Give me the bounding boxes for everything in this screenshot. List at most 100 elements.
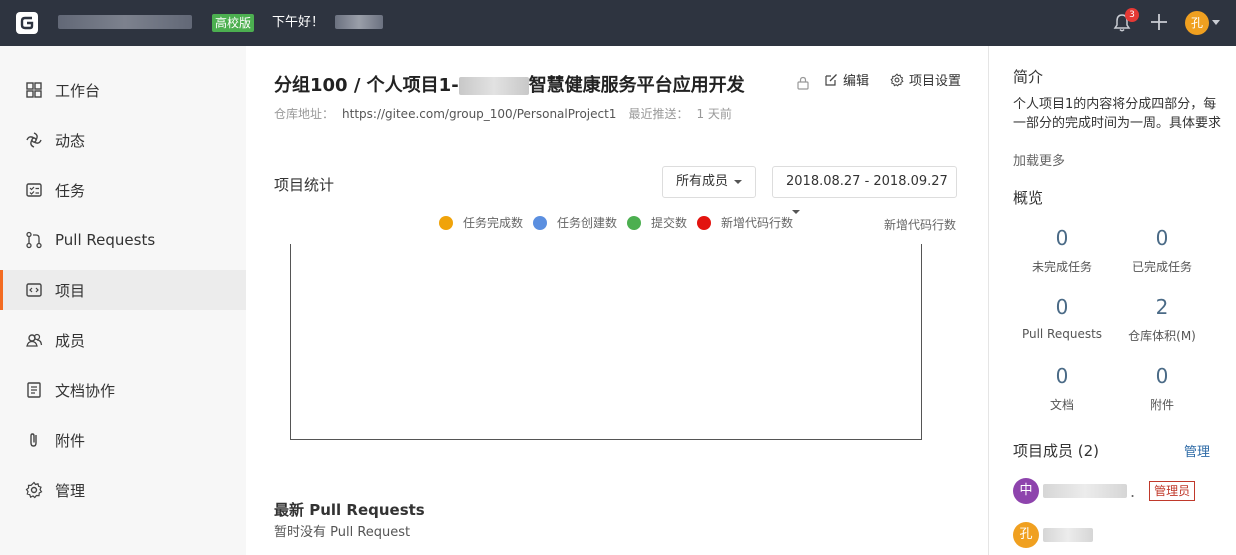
chevron-down-icon [792, 209, 800, 214]
stat-label: 未完成任务 [1031, 260, 1092, 274]
code-icon [26, 283, 42, 297]
top-navbar: 高校版 下午好！ 3 孔 [0, 0, 1236, 46]
sidebar-item-label: 工作台 [55, 81, 101, 100]
greeting-text: 下午好！ [272, 15, 325, 30]
date-range-value: 2018.08.27 - 2018.09.27 [786, 174, 948, 189]
stat-pull-requests[interactable]: 0 Pull Requests [1007, 295, 1117, 341]
user-avatar[interactable]: 孔 [1185, 11, 1209, 35]
stats-chart-area [290, 244, 922, 440]
push-label: 最近推送： [628, 107, 689, 121]
legend-label: 任务创建数 [557, 216, 618, 230]
sidebar-item-docs[interactable]: 文档协作 [0, 370, 246, 410]
stat-label: Pull Requests [1021, 327, 1103, 341]
sidebar-item-label: 项目 [55, 281, 86, 300]
edit-icon [825, 73, 837, 86]
pull-request-icon [26, 231, 42, 249]
repo-label: 仓库地址： [274, 107, 335, 121]
load-more-link[interactable]: 加载更多 [1013, 150, 1065, 169]
activity-icon [26, 132, 42, 148]
stat-label: 已完成任务 [1131, 260, 1192, 274]
project-title-prefix: 分组100 / 个人项目1- [274, 75, 459, 96]
legend-item[interactable]: 新增代码行数 [697, 214, 793, 231]
stat-attachments[interactable]: 0 附件 [1107, 364, 1217, 413]
sidebar-item-label: 成员 [55, 331, 86, 350]
right-axis-label: 新增代码行数 [884, 218, 957, 232]
member-filter-dropdown[interactable]: 所有成员 [662, 166, 756, 198]
sidebar-item-attachments[interactable]: 附件 [0, 420, 246, 460]
plus-icon[interactable] [1149, 12, 1169, 32]
edit-button[interactable]: 编辑 [824, 70, 869, 89]
legend-item[interactable]: 提交数 [627, 214, 687, 231]
project-settings-button[interactable]: 项目设置 [890, 70, 961, 89]
repo-info: 仓库地址： https://gitee.com/group_100/Persona… [274, 105, 732, 122]
stat-value: 0 [1055, 226, 1069, 250]
manage-members-link[interactable]: 管理 [1184, 441, 1210, 460]
stat-value: 2 [1155, 295, 1169, 319]
chevron-down-icon[interactable] [1212, 20, 1220, 25]
admin-badge: 管理员 [1149, 481, 1196, 501]
project-title: 分组100 / 个人项目1- 智慧健康服务平台应用开发 [274, 71, 745, 97]
stat-label: 仓库体积(M) [1128, 329, 1196, 343]
push-value: 1 天前 [696, 107, 732, 121]
project-title-suffix: 智慧健康服务平台应用开发 [528, 75, 745, 96]
stat-value: 0 [1055, 364, 1069, 388]
sidebar-item-activity[interactable]: 动态 [0, 120, 246, 160]
blurred-member-name [1043, 528, 1093, 542]
document-icon [27, 382, 41, 398]
right-panel: 简介 个人项目1的内容将分成四部分，每一部分的完成时间为一周。具体要求可查阅re… [988, 46, 1236, 555]
stat-done-tasks[interactable]: 0 已完成任务 [1107, 226, 1217, 275]
gitee-logo-icon[interactable] [16, 12, 38, 34]
legend-label: 新增代码行数 [721, 216, 794, 230]
member-filter-value: 所有成员 [676, 174, 729, 189]
settings-label: 项目设置 [909, 74, 962, 89]
sidebar-item-members[interactable]: 成员 [0, 320, 246, 360]
stat-label: 附件 [1149, 398, 1174, 412]
edition-badge: 高校版 [212, 14, 255, 32]
sidebar-item-label: 任务 [55, 181, 86, 200]
notification-badge: 3 [1125, 8, 1139, 22]
legend-item[interactable]: 任务创建数 [533, 214, 617, 231]
dashboard-icon [26, 82, 42, 98]
stat-docs[interactable]: 0 文档 [1007, 364, 1117, 413]
blurred-username [335, 15, 383, 29]
sidebar-item-project[interactable]: 项目 [0, 270, 246, 310]
blurred-org-name [58, 15, 192, 29]
attachment-icon [30, 433, 37, 447]
member-row[interactable]: 孔 [1013, 522, 1093, 548]
chevron-down-icon [734, 179, 743, 184]
blurred-title-part [458, 77, 529, 95]
sidebar-item-manage[interactable]: 管理 [0, 470, 246, 510]
sidebar-item-pull-requests[interactable]: Pull Requests [0, 220, 246, 260]
sidebar-item-label: 动态 [55, 131, 86, 150]
pr-section-title: 最新 Pull Requests [274, 501, 425, 519]
member-row[interactable]: 中 . 管理员 [1013, 478, 1196, 504]
intro-text: 个人项目1的内容将分成四部分，每一部分的完成时间为一周。具体要求可查阅readm… [1013, 97, 1222, 131]
stats-title: 项目统计 [274, 176, 335, 194]
sidebar-item-workbench[interactable]: 工作台 [0, 70, 246, 110]
task-icon [26, 183, 42, 197]
edit-label: 编辑 [843, 74, 870, 89]
sidebar-item-label: 文档协作 [55, 381, 116, 400]
legend-dot [439, 215, 453, 230]
sidebar-item-label: 附件 [55, 431, 86, 450]
main-content: 分组100 / 个人项目1- 智慧健康服务平台应用开发 编辑 项目设置 仓库地址：… [246, 46, 988, 555]
date-range-dropdown[interactable]: 2018.08.27 - 2018.09.27 [772, 166, 957, 214]
stat-value: 0 [1155, 364, 1169, 388]
members-heading: 项目成员 (2) [1013, 442, 1100, 460]
legend-dot [627, 215, 642, 230]
legend-label: 提交数 [651, 216, 688, 230]
sidebar-item-label: Pull Requests [55, 231, 156, 249]
lock-icon [797, 76, 809, 90]
stat-label: 文档 [1049, 398, 1074, 412]
legend-label: 任务完成数 [463, 216, 524, 230]
avatar: 孔 [1013, 522, 1039, 548]
repo-url-link[interactable]: https://gitee.com/group_100/PersonalProj… [342, 107, 616, 121]
blurred-member-name [1043, 484, 1127, 498]
stat-open-tasks[interactable]: 0 未完成任务 [1007, 226, 1117, 275]
gear-icon [890, 72, 904, 87]
sidebar-item-tasks[interactable]: 任务 [0, 170, 246, 210]
legend-item[interactable]: 任务完成数 [439, 214, 523, 231]
pr-empty-text: 暂时没有 Pull Request [274, 525, 411, 540]
stat-repo-size: 2 仓库体积(M) [1107, 295, 1217, 344]
overview-heading: 概览 [1013, 189, 1044, 207]
